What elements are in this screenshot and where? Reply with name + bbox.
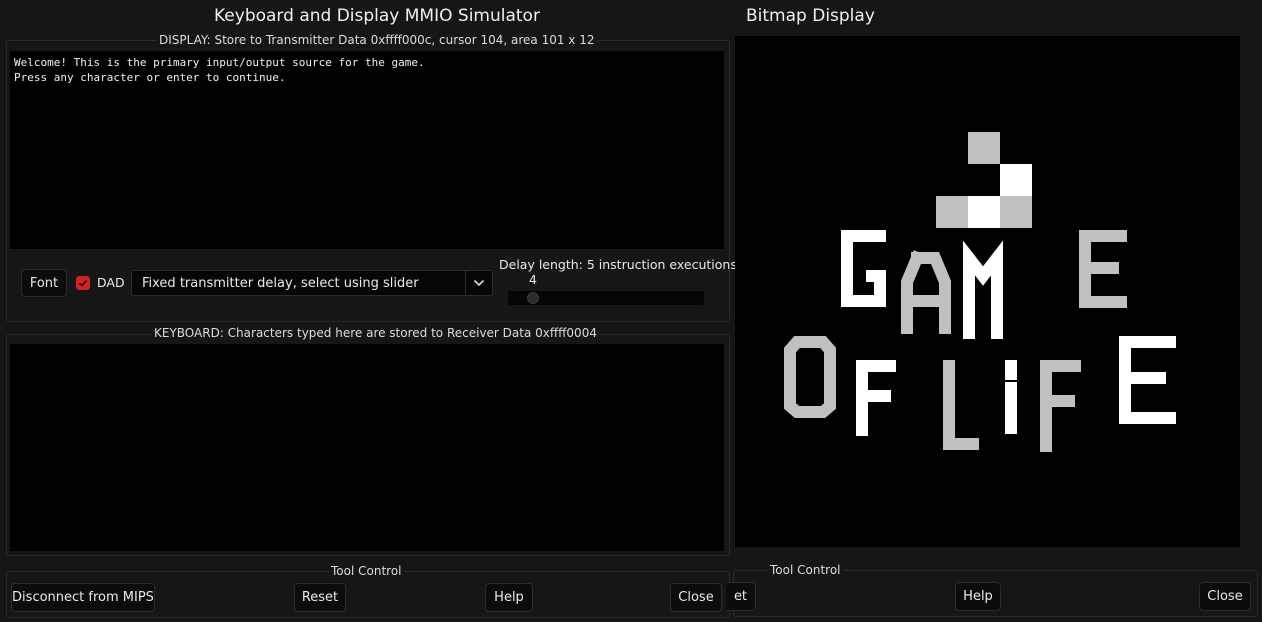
delay-length-label: Delay length: 5 instruction executions [499,257,737,272]
glider-icon [936,132,1032,228]
delay-slider[interactable] [508,291,704,305]
dad-checkbox[interactable] [76,276,90,290]
keyboard-label: KEYBOARD: Characters typed here are stor… [152,326,599,340]
delay-mode-value: Fixed transmitter delay, select using sl… [142,275,419,291]
game-of-life-logo [784,132,1176,452]
tool-control-label-left: Tool Control [329,564,404,578]
reset-button[interactable]: Reset [294,583,346,612]
help-button-bitmap[interactable]: Help [955,582,1001,611]
title-game-pixels [841,230,1127,339]
keyboard-input-area[interactable] [10,344,724,551]
reset-button-partial[interactable]: et [726,582,756,611]
help-button[interactable]: Help [485,583,533,612]
mmio-window-title: Keyboard and Display MMIO Simulator [214,6,540,26]
display-text-area[interactable]: Welcome! This is the primary input/outpu… [10,51,724,249]
check-icon [78,279,88,287]
tool-control-label-right: Tool Control [768,563,843,577]
close-button[interactable]: Close [670,583,722,612]
font-button[interactable]: Font [21,269,67,297]
disconnect-button[interactable]: Disconnect from MIPS [11,583,155,612]
delay-mode-select[interactable]: Fixed transmitter delay, select using sl… [131,270,493,296]
close-button-bitmap[interactable]: Close [1199,582,1251,611]
title-oflife-pixels [784,336,1176,452]
chevron-down-icon[interactable] [465,270,492,296]
slider-value: 4 [529,272,537,287]
bitmap-window-title: Bitmap Display [746,6,875,26]
bitmap-canvas [735,36,1240,547]
display-label: DISPLAY: Store to Transmitter Data 0xfff… [157,33,597,47]
slider-handle[interactable] [527,292,539,304]
dad-label: DAD [97,275,125,290]
